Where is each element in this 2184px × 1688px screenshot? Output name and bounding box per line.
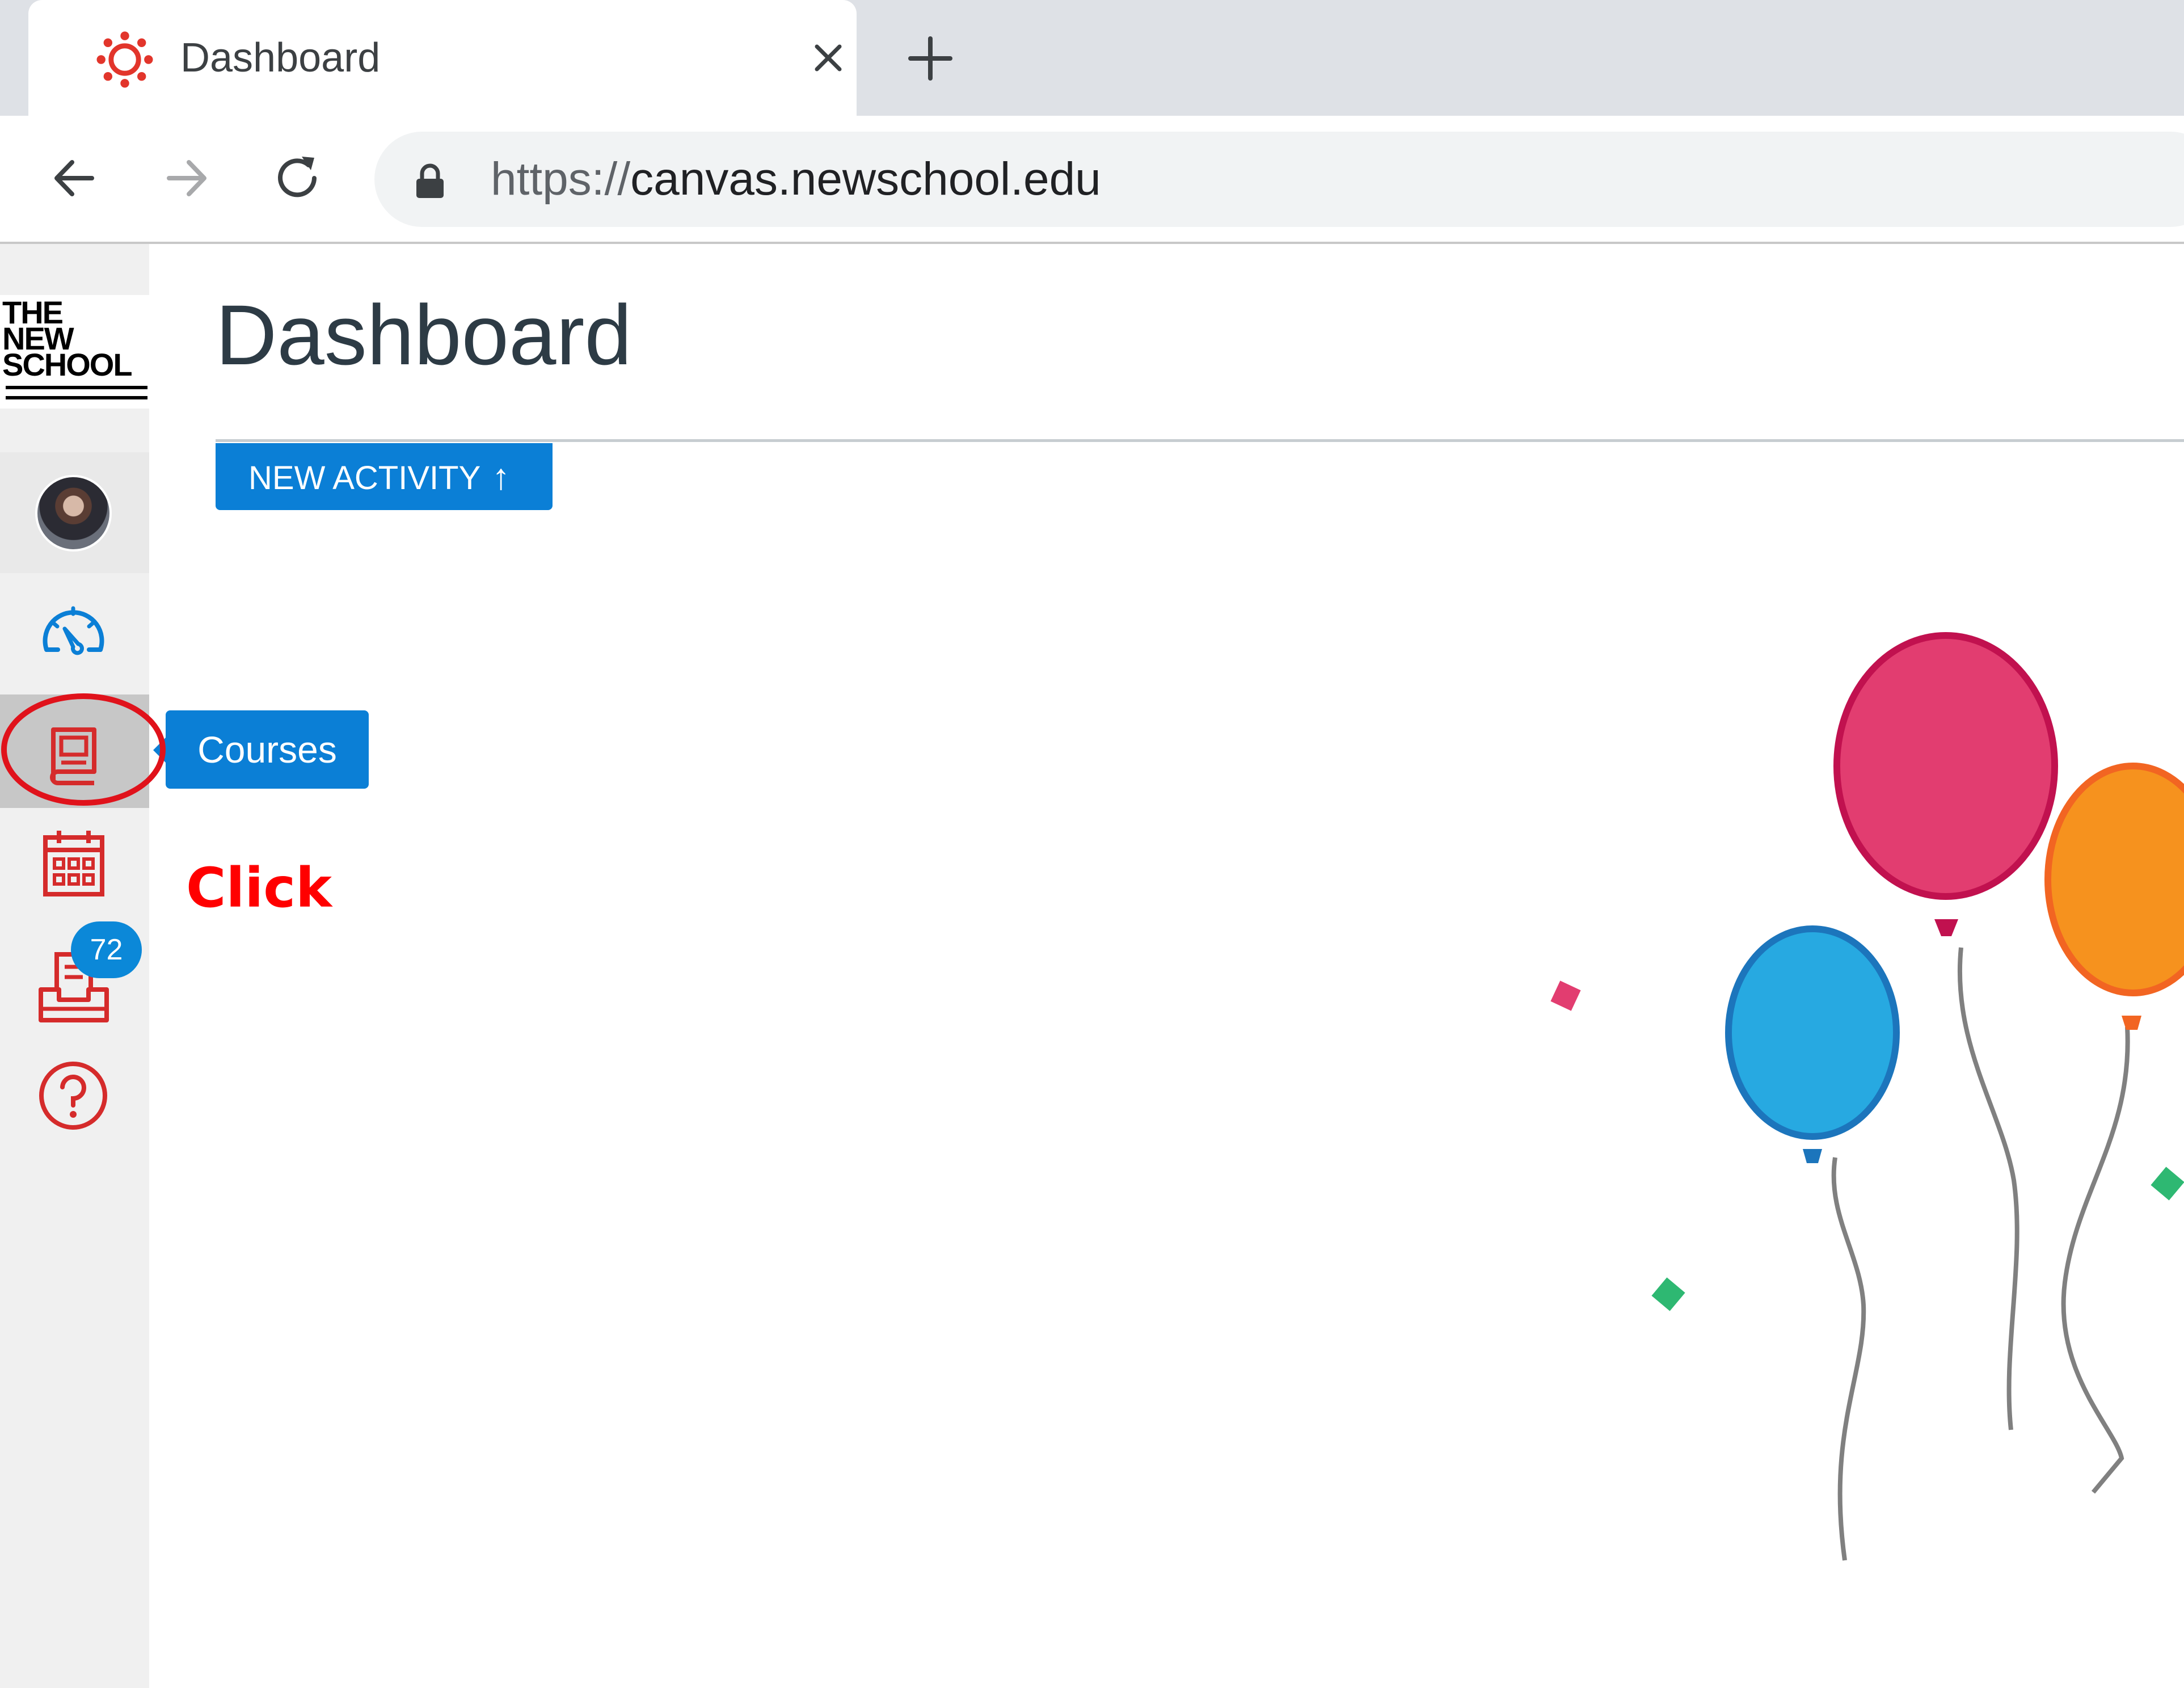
help-icon — [39, 1062, 107, 1130]
header-divider — [216, 439, 2184, 442]
canvas-logo-icon — [96, 31, 153, 88]
nav-item-inbox[interactable]: 72 — [0, 921, 149, 1035]
url-scheme: https:// — [491, 153, 631, 205]
avatar — [35, 475, 112, 552]
inbox-unread-badge: 72 — [71, 921, 142, 978]
tab-title: Dashboard — [180, 35, 381, 81]
calendar-icon — [43, 831, 104, 896]
url-text[interactable]: https://canvas.newschool.edu — [491, 151, 1101, 208]
tooltip-label: Courses — [197, 729, 337, 771]
new-activity-button[interactable]: NEW ACTIVITY ↑ — [216, 443, 553, 510]
up-arrow-icon: ↑ — [492, 456, 511, 497]
forward-arrow-icon[interactable] — [158, 150, 214, 207]
page-title: Dashboard — [216, 287, 632, 382]
global-navigation: THE NEW SCHOOL 72 — [0, 244, 149, 1688]
annotation-click-label: Click — [186, 856, 332, 920]
nav-item-account[interactable] — [0, 452, 149, 573]
browser-tab[interactable]: Dashboard — [28, 0, 857, 116]
logo-text: THE NEW SCHOOL — [2, 294, 133, 382]
reload-icon[interactable] — [269, 150, 326, 207]
close-icon[interactable] — [806, 35, 851, 81]
logo-underline — [6, 396, 147, 399]
logo-underline — [6, 386, 147, 389]
browser-tab-strip: Dashboard — [0, 0, 2184, 116]
new-school-logo[interactable]: THE NEW SCHOOL — [0, 295, 149, 409]
address-bar[interactable]: https://canvas.newschool.edu — [374, 132, 2184, 227]
nav-item-calendar[interactable] — [0, 808, 149, 921]
courses-tooltip: Courses — [153, 710, 369, 789]
url-host: canvas.newschool.edu — [630, 153, 1101, 205]
nav-item-dashboard[interactable] — [0, 573, 149, 687]
new-activity-label: NEW ACTIVITY — [248, 460, 481, 496]
back-arrow-icon[interactable] — [47, 150, 103, 207]
lock-icon[interactable] — [414, 163, 446, 200]
browser-toolbar: https://canvas.newschool.edu — [0, 116, 2184, 244]
plus-icon[interactable] — [905, 33, 956, 84]
annotation-highlight-circle — [1, 693, 166, 806]
nav-item-help[interactable] — [0, 1035, 149, 1148]
balloons-illustration — [1550, 632, 2184, 1561]
speedometer-icon — [43, 606, 104, 655]
